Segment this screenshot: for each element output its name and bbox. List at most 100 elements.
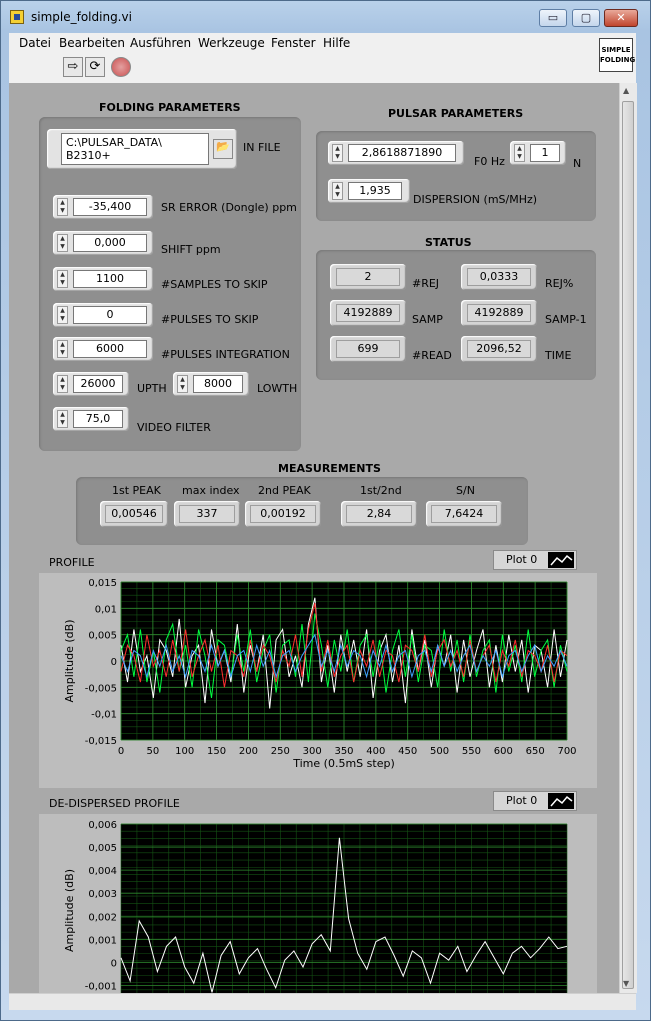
abort-icon[interactable]	[111, 57, 131, 77]
sn-value: 7,6424	[431, 505, 497, 523]
pulsar-heading: PULSAR PARAMETERS	[388, 107, 524, 120]
lowth-field[interactable]: 8000	[193, 375, 243, 393]
samples-skip-field[interactable]: 1100	[73, 270, 147, 288]
dedispersed-legend[interactable]: Plot 0	[493, 791, 577, 811]
shift-field[interactable]: 0,000	[73, 234, 147, 252]
run-continuously-icon[interactable]: ⟳	[85, 57, 105, 77]
y-tick-label: 0	[111, 958, 117, 969]
in-file-line1: C:\PULSAR_DATA\	[66, 136, 162, 149]
menu-fenster[interactable]: Fenster	[271, 36, 316, 50]
in-file-line2: B2310+	[66, 149, 111, 162]
x-tick-label: 100	[175, 746, 194, 757]
ratio-label: 1st/2nd	[360, 484, 402, 497]
measurements-heading: MEASUREMENTS	[278, 462, 381, 475]
y-tick-label: 0,005	[88, 631, 117, 642]
measurements-cluster: 1st PEAK 0,00546 max index 337 2nd PEAK …	[76, 477, 528, 545]
peak1-indicator: 0,00546	[100, 501, 168, 527]
upth-label: UPTH	[137, 382, 167, 395]
samples-skip-spinner[interactable]: ▲ ▼	[57, 270, 68, 288]
dispersion-spinner[interactable]: ▲ ▼	[332, 182, 343, 200]
f0-spinner[interactable]: ▲ ▼	[332, 144, 343, 162]
x-tick-label: 500	[430, 746, 449, 757]
video-filter-spinner[interactable]: ▲ ▼	[57, 410, 68, 428]
ratio-value: 2,84	[346, 505, 412, 523]
video-filter-field[interactable]: 75,0	[73, 410, 123, 428]
menu-hilfe[interactable]: Hilfe	[323, 36, 350, 50]
samp1-label: SAMP-1	[545, 313, 587, 326]
pulses-int-control: ▲ ▼ 6000	[53, 337, 153, 361]
labview-vi-icon	[10, 10, 24, 24]
scroll-thumb[interactable]	[622, 101, 634, 989]
y-tick-label: -0,005	[85, 683, 117, 694]
upth-field[interactable]: 26000	[73, 375, 123, 393]
in-file-path[interactable]: C:\PULSAR_DATA\ B2310+ 42_2020may12_1300…	[61, 133, 209, 165]
time-indicator: 2096,52	[461, 336, 537, 362]
profile-legend-swatch-icon	[548, 552, 574, 568]
x-tick-label: 350	[334, 746, 353, 757]
title-bar[interactable]: simple_folding.vi ▭ ▢ ✕	[1, 1, 650, 33]
y-axis-label: Amplitude (dB)	[63, 869, 76, 952]
samples-skip-label: #SAMPLES TO SKIP	[161, 278, 268, 291]
samp-label: SAMP	[412, 313, 443, 326]
y-tick-label: 0,015	[88, 578, 117, 589]
scroll-up-icon[interactable]: ▲	[623, 86, 629, 95]
sn-indicator: 7,6424	[426, 501, 502, 527]
dispersion-field[interactable]: 1,935	[348, 182, 402, 200]
vi-window: simple_folding.vi ▭ ▢ ✕ Datei Bearbeiten…	[0, 0, 651, 1021]
profile-title: PROFILE	[49, 556, 95, 569]
time-label: TIME	[545, 349, 572, 362]
f0-field[interactable]: 2,8618871890	[348, 144, 456, 162]
video-filter-label: VIDEO FILTER	[137, 421, 211, 434]
lowth-spinner[interactable]: ▲ ▼	[177, 375, 188, 393]
maximize-button[interactable]: ▢	[572, 9, 600, 27]
in-file-line3: 42_2020may12_1300utc	[66, 162, 204, 164]
menu-bar: Datei Bearbeiten Ausführen Werkzeuge Fen…	[9, 33, 636, 54]
n-field[interactable]: 1	[530, 144, 560, 162]
x-tick-label: 150	[207, 746, 226, 757]
maxidx-value: 337	[179, 505, 235, 523]
close-button[interactable]: ✕	[604, 9, 638, 27]
shift-spinner[interactable]: ▲ ▼	[57, 234, 68, 252]
read-value: 699	[336, 340, 400, 358]
rej-pct-label: REJ%	[545, 277, 574, 290]
menu-werkzeuge[interactable]: Werkzeuge	[198, 36, 265, 50]
dedispersed-chart-svg: 0,006 0,005 0,004 0,003 0,002 0,001 0 -0,001 Amp…	[63, 820, 568, 993]
horizontal-scrollbar[interactable]	[9, 993, 636, 1010]
profile-legend-label: Plot 0	[506, 553, 538, 566]
pulsar-cluster: ▲ ▼ 2,8618871890 F0 Hz ▲ ▼ 1 N ▲ ▼ 1,935 DI…	[316, 131, 596, 221]
x-tick-label: 400	[366, 746, 385, 757]
menu-ausfuehren[interactable]: Ausführen	[130, 36, 191, 50]
x-tick-label: 300	[303, 746, 322, 757]
dispersion-control: ▲ ▼ 1,935	[328, 179, 410, 203]
front-panel: FOLDING PARAMETERS C:\PULSAR_DATA\ B2310…	[9, 83, 619, 993]
pulses-int-field[interactable]: 6000	[73, 340, 147, 358]
sn-label: S/N	[456, 484, 475, 497]
menu-datei[interactable]: Datei	[19, 36, 51, 50]
upth-spinner[interactable]: ▲ ▼	[57, 375, 68, 393]
y-tick-label: 0,003	[88, 889, 117, 900]
sr-error-spinner[interactable]: ▲ ▼	[57, 198, 68, 216]
rej-value: 2	[336, 268, 400, 286]
scroll-down-icon[interactable]: ▼	[623, 979, 629, 988]
folding-cluster: C:\PULSAR_DATA\ B2310+ 42_2020may12_1300…	[39, 117, 301, 451]
profile-legend[interactable]: Plot 0	[493, 550, 577, 570]
run-arrow-icon[interactable]: ⇨	[63, 57, 83, 77]
lowth-control: ▲ ▼ 8000	[173, 372, 249, 396]
menu-bearbeiten[interactable]: Bearbeiten	[59, 36, 125, 50]
pulses-skip-field[interactable]: 0	[73, 306, 147, 324]
pulses-int-spinner[interactable]: ▲ ▼	[57, 340, 68, 358]
vi-connector-icon: SIMPLE FOLDING	[599, 38, 636, 72]
x-tick-label: 450	[398, 746, 417, 757]
dedispersed-graph: 0,006 0,005 0,004 0,003 0,002 0,001 0 -0,001 Amp…	[39, 814, 597, 993]
dedispersed-legend-swatch-icon	[548, 793, 574, 809]
in-file-control: C:\PULSAR_DATA\ B2310+ 42_2020may12_1300…	[47, 129, 237, 169]
window-title: simple_folding.vi	[31, 10, 132, 24]
sr-error-field[interactable]: -35,400	[73, 198, 147, 216]
minimize-button[interactable]: ▭	[539, 9, 567, 27]
y-tick-label: -0,015	[85, 736, 117, 747]
vi-icon-line2: FOLDING	[600, 56, 636, 64]
pulses-skip-spinner[interactable]: ▲ ▼	[57, 306, 68, 324]
folder-browse-icon[interactable]: 📂	[213, 139, 233, 159]
n-spinner[interactable]: ▲ ▼	[514, 144, 525, 162]
vertical-scrollbar[interactable]: ▲ ▼	[619, 83, 637, 993]
